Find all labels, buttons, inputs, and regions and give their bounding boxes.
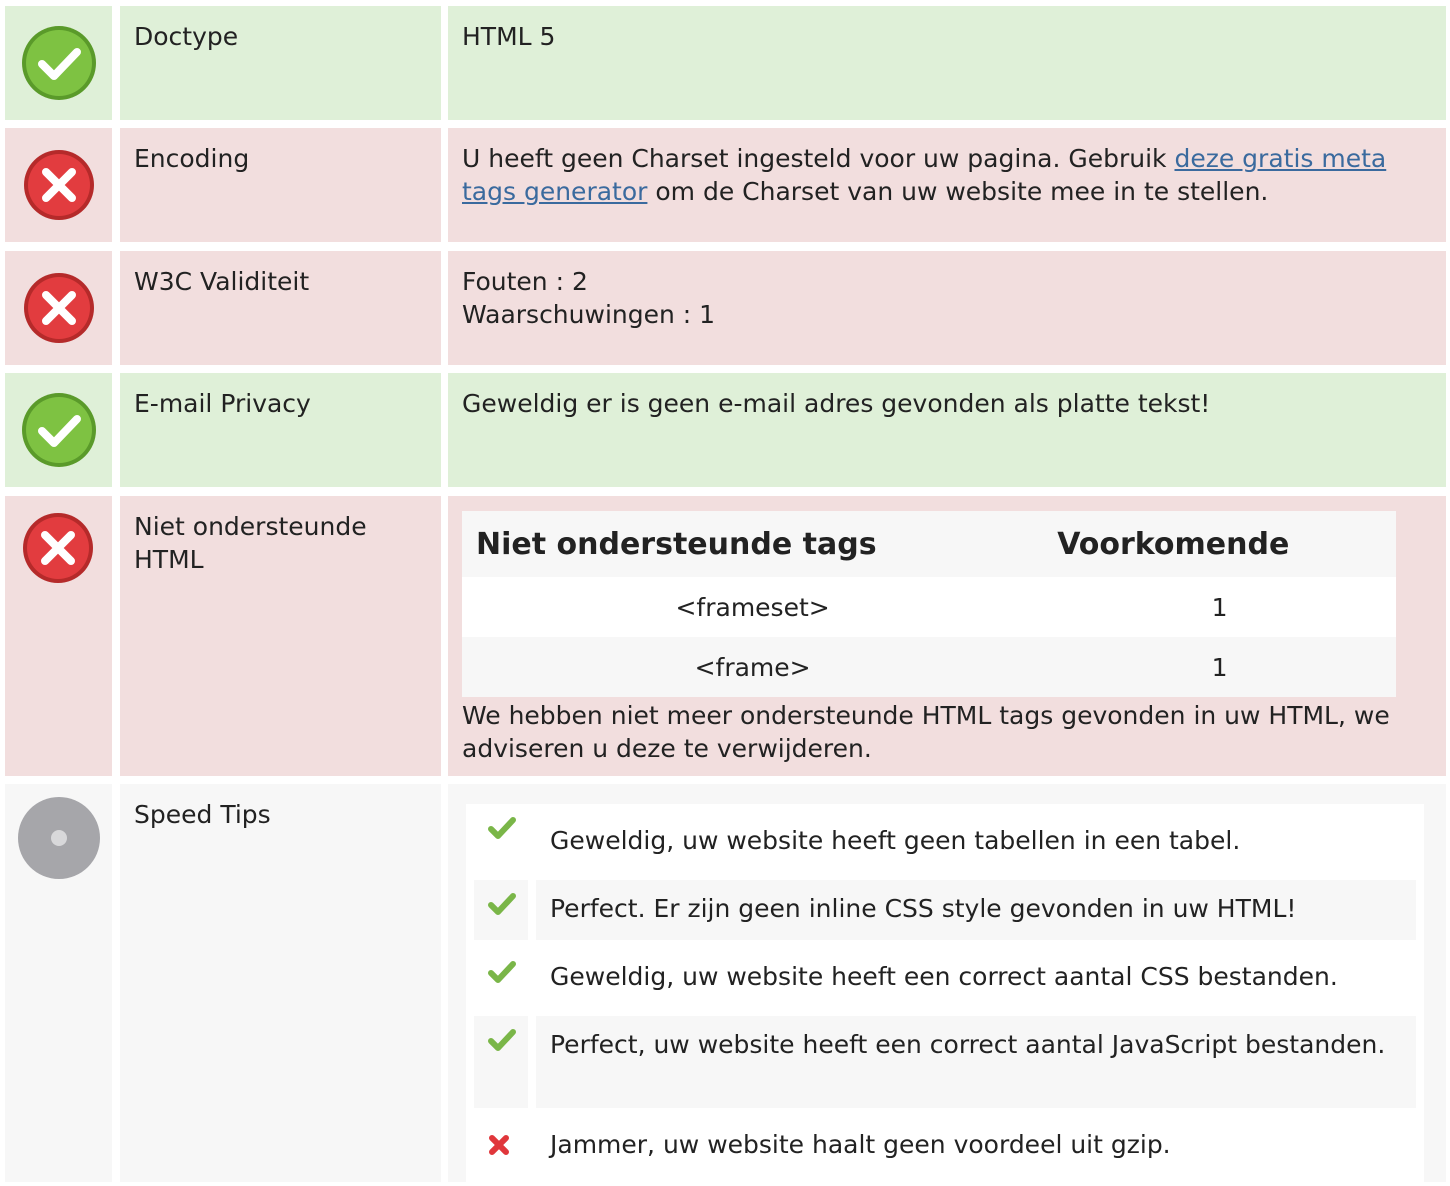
row-label: Niet ondersteunde HTML	[120, 496, 441, 776]
list-item: Geweldig, uw website heeft een correct a…	[474, 948, 1416, 1008]
row-label: Doctype	[120, 6, 441, 120]
row-label: Encoding	[120, 128, 441, 242]
cross-icon	[489, 1135, 509, 1155]
list-item: Jammer, uw website haalt geen voordeel u…	[474, 1116, 1416, 1180]
table-cell-tag: <frame>	[462, 637, 1044, 697]
w3c-value: Fouten : 2 Waarschuwingen : 1	[448, 251, 1446, 365]
tip-text: Geweldig, uw website heeft geen tabellen…	[550, 826, 1241, 855]
x-circle-icon	[23, 150, 94, 220]
row-encoding: Encoding U heeft geen Charset ingesteld …	[5, 128, 1446, 242]
row-speed-tips: Speed Tips Geweldig, uw website heeft ge…	[5, 784, 1446, 1186]
table-row: <frame> 1	[462, 637, 1396, 697]
w3c-warnings: Waarschuwingen : 1	[462, 300, 716, 329]
row-label: Speed Tips	[120, 784, 441, 1182]
check-icon	[488, 961, 516, 983]
x-circle-icon	[23, 513, 93, 583]
check-icon	[488, 1029, 516, 1051]
x-circle-icon	[23, 273, 94, 343]
check-circle-icon	[21, 393, 96, 467]
check-icon	[488, 893, 516, 915]
table-header-count: Voorkomende	[1043, 511, 1396, 577]
tip-text: Jammer, uw website haalt geen voordeel u…	[550, 1130, 1171, 1159]
row-label: W3C Validiteit	[120, 251, 441, 365]
speed-tips-list: Geweldig, uw website heeft geen tabellen…	[466, 804, 1424, 1186]
speed-tips-value: Geweldig, uw website heeft geen tabellen…	[448, 784, 1446, 1186]
row-doctype: Doctype HTML 5	[5, 6, 1446, 120]
list-item: Geweldig, uw website heeft geen tabellen…	[474, 804, 1416, 868]
table-cell-count: 1	[1043, 577, 1396, 637]
doctype-value: HTML 5	[448, 6, 1446, 120]
row-w3c: W3C Validiteit Fouten : 2 Waarschuwingen…	[5, 251, 1446, 365]
encoding-text-before: U heeft geen Charset ingesteld voor uw p…	[462, 144, 1175, 173]
tip-text: Perfect, uw website heeft een correct aa…	[536, 1016, 1416, 1108]
table-row: <frameset> 1	[462, 577, 1396, 637]
check-icon	[488, 817, 516, 839]
table-cell-count: 1	[1043, 637, 1396, 697]
list-item: Perfect, uw website heeft een correct aa…	[474, 1016, 1416, 1108]
table-header-tags: Niet ondersteunde tags	[462, 511, 1044, 577]
unsupported-value: Niet ondersteunde tags Voorkomende <fram…	[448, 496, 1446, 776]
tip-text: Perfect. Er zijn geen inline CSS style g…	[536, 880, 1416, 940]
email-value: Geweldig er is geen e-mail adres gevonde…	[448, 373, 1446, 487]
grey-circle-icon	[18, 797, 100, 879]
row-email-privacy: E-mail Privacy Geweldig er is geen e-mai…	[5, 373, 1446, 487]
unsupported-note: We hebben niet meer ondersteunde HTML ta…	[462, 701, 1390, 763]
row-unsupported-html: Niet ondersteunde HTML Niet ondersteunde…	[5, 496, 1446, 776]
check-circle-icon	[21, 26, 96, 100]
row-label: E-mail Privacy	[120, 373, 441, 487]
w3c-errors: Fouten : 2	[462, 267, 588, 296]
table-cell-tag: <frameset>	[462, 577, 1044, 637]
unsupported-tags-table: Niet ondersteunde tags Voorkomende <fram…	[462, 511, 1396, 697]
encoding-text-after: om de Charset van uw website mee in te s…	[647, 177, 1269, 206]
tip-text: Geweldig, uw website heeft een correct a…	[550, 962, 1338, 991]
list-item: Perfect. Er zijn geen inline CSS style g…	[474, 880, 1416, 940]
encoding-value: U heeft geen Charset ingesteld voor uw p…	[448, 128, 1446, 242]
